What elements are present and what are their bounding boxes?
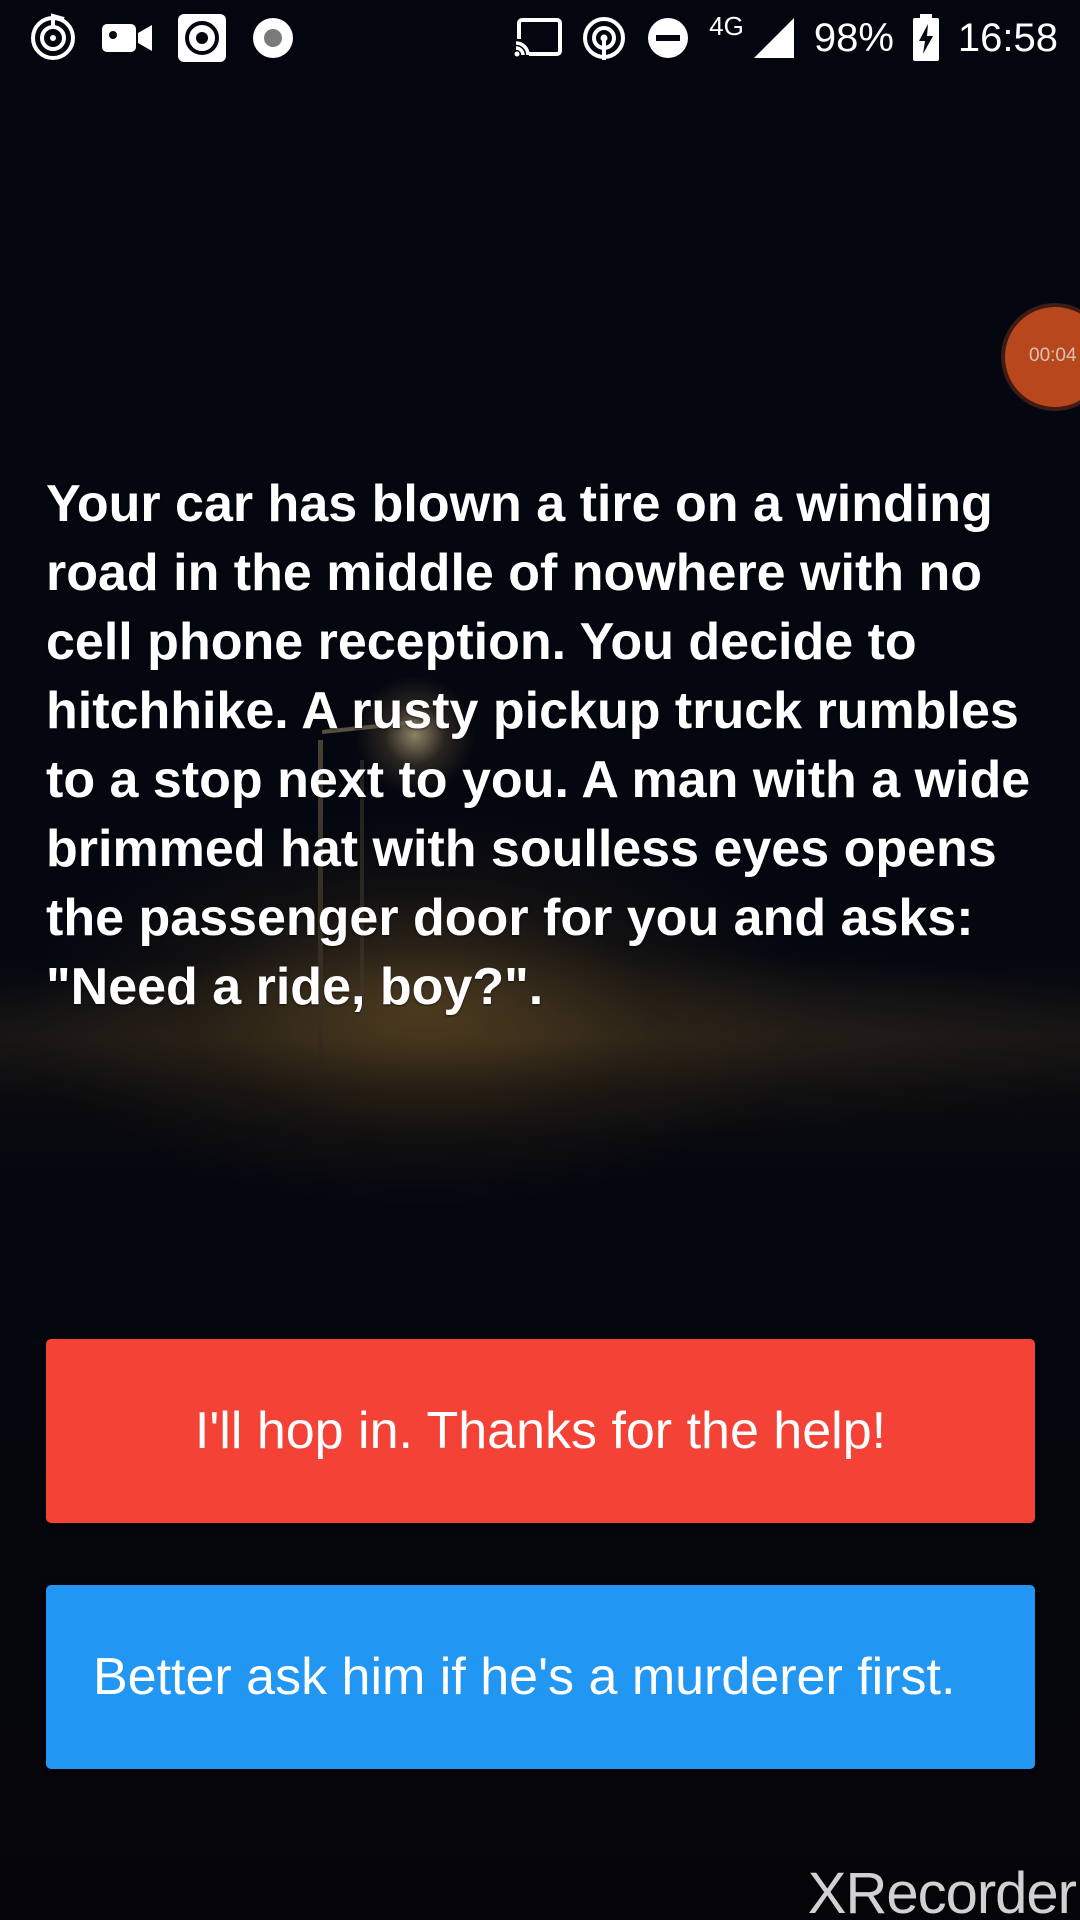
status-bar: 4G 98% 16:58 [0, 0, 1080, 76]
cast-icon [513, 17, 563, 59]
choice-label: Better ask him if he's a murderer first. [93, 1648, 956, 1706]
signal-icon [752, 16, 796, 60]
choice-ask-murderer-button[interactable]: Better ask him if he's a murderer first. [46, 1585, 1035, 1769]
hotspot-icon [581, 15, 627, 61]
screen-recorder-bubble[interactable]: 00:04 [1005, 307, 1080, 407]
battery-percent: 98% [813, 16, 894, 60]
choice-hop-in-button[interactable]: I'll hop in. Thanks for the help! [46, 1339, 1035, 1523]
xrecorder-watermark: XRecorder [807, 1861, 1077, 1920]
game-screen: 4G 98% 16:58 00:04 Your car has blown a … [0, 0, 1080, 1920]
recorder-timer: 00:04 [1029, 345, 1077, 366]
target-icon [176, 12, 228, 64]
network-type: 4G [709, 11, 744, 41]
battery-charging-icon [912, 14, 940, 62]
story-text: Your car has blown a tire on a winding r… [46, 475, 1031, 1016]
clock: 16:58 [957, 16, 1058, 60]
system-indicators: 4G 98% 16:58 [513, 11, 1058, 64]
notification-icons [28, 12, 296, 64]
choice-label: I'll hop in. Thanks for the help! [194, 1402, 887, 1460]
music-app-icon [28, 13, 78, 63]
video-camera-icon [100, 18, 154, 58]
do-not-disturb-icon [645, 15, 691, 61]
record-dot-icon [250, 15, 296, 61]
